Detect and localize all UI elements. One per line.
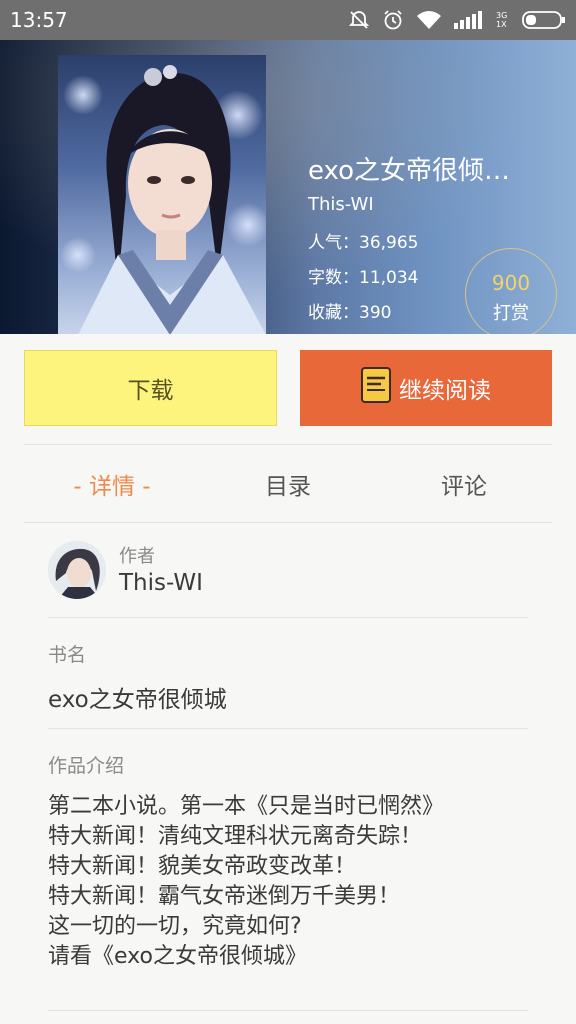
tip-label: 打赏 bbox=[493, 303, 529, 324]
book-icon bbox=[361, 367, 391, 409]
book-favorites: 收藏：390 bbox=[308, 303, 392, 323]
book-author: This-WI bbox=[308, 194, 374, 215]
book-word-count: 字数：11,034 bbox=[308, 268, 419, 288]
intro-line: 特大新闻！貌美女帝政变改革！ bbox=[48, 854, 357, 879]
book-header: exo之女帝很倾… This-WI 人气：36,965 字数：11,034 收藏… bbox=[0, 40, 576, 334]
status-time: 13:57 bbox=[10, 8, 68, 32]
tip-amount: 900 bbox=[491, 271, 531, 295]
tab-details[interactable]: - 详情 - bbox=[24, 446, 200, 522]
network-type: 3G 1X bbox=[496, 11, 508, 29]
alarm-icon bbox=[382, 9, 404, 31]
status-bar: 13:57 3G 1X bbox=[0, 0, 576, 40]
wifi-icon bbox=[416, 10, 442, 30]
divider bbox=[24, 522, 552, 523]
continue-reading-button[interactable]: 继续阅读 bbox=[300, 350, 552, 426]
signal-icon bbox=[454, 11, 484, 29]
book-name: exo之女帝很倾城 bbox=[48, 687, 227, 713]
download-label: 下载 bbox=[127, 378, 174, 404]
tab-catalog[interactable]: 目录 bbox=[200, 446, 376, 522]
book-cover-image[interactable] bbox=[58, 55, 266, 334]
book-name-label: 书名 bbox=[48, 644, 87, 666]
tab-bar: - 详情 - 目录 评论 bbox=[24, 446, 552, 522]
intro-label: 作品介绍 bbox=[48, 755, 125, 777]
divider bbox=[48, 617, 528, 618]
avatar[interactable] bbox=[48, 541, 106, 599]
tab-comments[interactable]: 评论 bbox=[376, 446, 552, 522]
intro-line: 这一切的一切，究竟如何? bbox=[48, 914, 302, 939]
intro-line: 特大新闻！清纯文理科状元离奇失踪！ bbox=[48, 824, 423, 849]
intro-line: 特大新闻！霸气女帝迷倒万千美男！ bbox=[48, 884, 401, 909]
book-title: exo之女帝很倾… bbox=[308, 156, 511, 186]
download-button[interactable]: 下载 bbox=[24, 350, 277, 426]
tip-button[interactable]: 900 打赏 bbox=[465, 248, 557, 334]
author-label: 作者 bbox=[119, 546, 155, 567]
divider bbox=[48, 728, 528, 729]
battery-icon bbox=[522, 10, 566, 30]
continue-reading-label: 继续阅读 bbox=[399, 378, 491, 404]
divider bbox=[48, 1010, 528, 1011]
intro-line: 第二本小说。第一本《只是当时已惘然》 bbox=[48, 794, 445, 819]
book-popularity: 人气：36,965 bbox=[308, 233, 419, 253]
alarm-off-icon bbox=[348, 9, 370, 31]
intro-text: 第二本小说。第一本《只是当时已惘然》 特大新闻！清纯文理科状元离奇失踪！ 特大新… bbox=[48, 792, 548, 972]
author-name[interactable]: This-WI bbox=[119, 570, 203, 596]
divider bbox=[24, 444, 552, 445]
intro-line: 请看《exo之女帝很倾城》 bbox=[48, 944, 307, 969]
